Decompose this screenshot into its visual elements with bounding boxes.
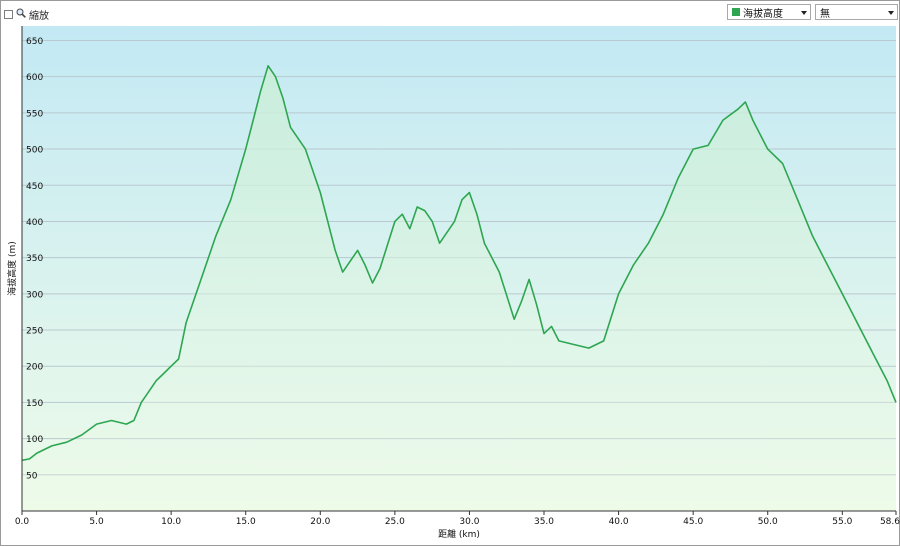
- y-tick-label: 600: [26, 73, 43, 83]
- x-tick-label: 50.0: [758, 517, 778, 527]
- y-tick-label: 250: [26, 327, 43, 337]
- y-tick-label: 50: [26, 471, 38, 481]
- y-tick-label: 350: [26, 254, 43, 264]
- x-tick-label: 35.0: [534, 517, 554, 527]
- x-tick-label: 58.6: [880, 517, 900, 527]
- y-tick-label: 650: [26, 37, 43, 47]
- x-axis-title: 距離 (km): [438, 528, 480, 540]
- y-tick-label: 500: [26, 146, 43, 156]
- x-tick-labels: 0.0 5.0 10.0 15.0 20.0 25.0 30.0 35.0 40.0 45.0 50…: [15, 517, 900, 527]
- elevation-chart[interactable]: 50 100 150 200 250 300 350 400 450 500 550 600 650 0…: [0, 0, 900, 546]
- x-tick-label: 25.0: [385, 517, 405, 527]
- y-tick-label: 100: [26, 435, 43, 445]
- x-tick-label: 0.0: [15, 517, 30, 527]
- x-tick-label: 55.0: [832, 517, 852, 527]
- y-tick-label: 300: [26, 290, 43, 300]
- y-tick-label: 450: [26, 182, 43, 192]
- x-tick-label: 30.0: [459, 517, 479, 527]
- x-tick-label: 10.0: [161, 517, 181, 527]
- y-tick-label: 550: [26, 109, 43, 119]
- x-tick-label: 45.0: [683, 517, 703, 527]
- y-tick-label: 200: [26, 363, 43, 373]
- x-tick-label: 40.0: [609, 517, 629, 527]
- y-axis-title: 海拔高度 (m): [6, 241, 18, 296]
- y-tick-label: 150: [26, 399, 43, 409]
- x-tick-label: 5.0: [89, 517, 104, 527]
- y-tick-label: 400: [26, 218, 43, 228]
- x-tick-label: 15.0: [236, 517, 256, 527]
- x-tick-label: 20.0: [310, 517, 330, 527]
